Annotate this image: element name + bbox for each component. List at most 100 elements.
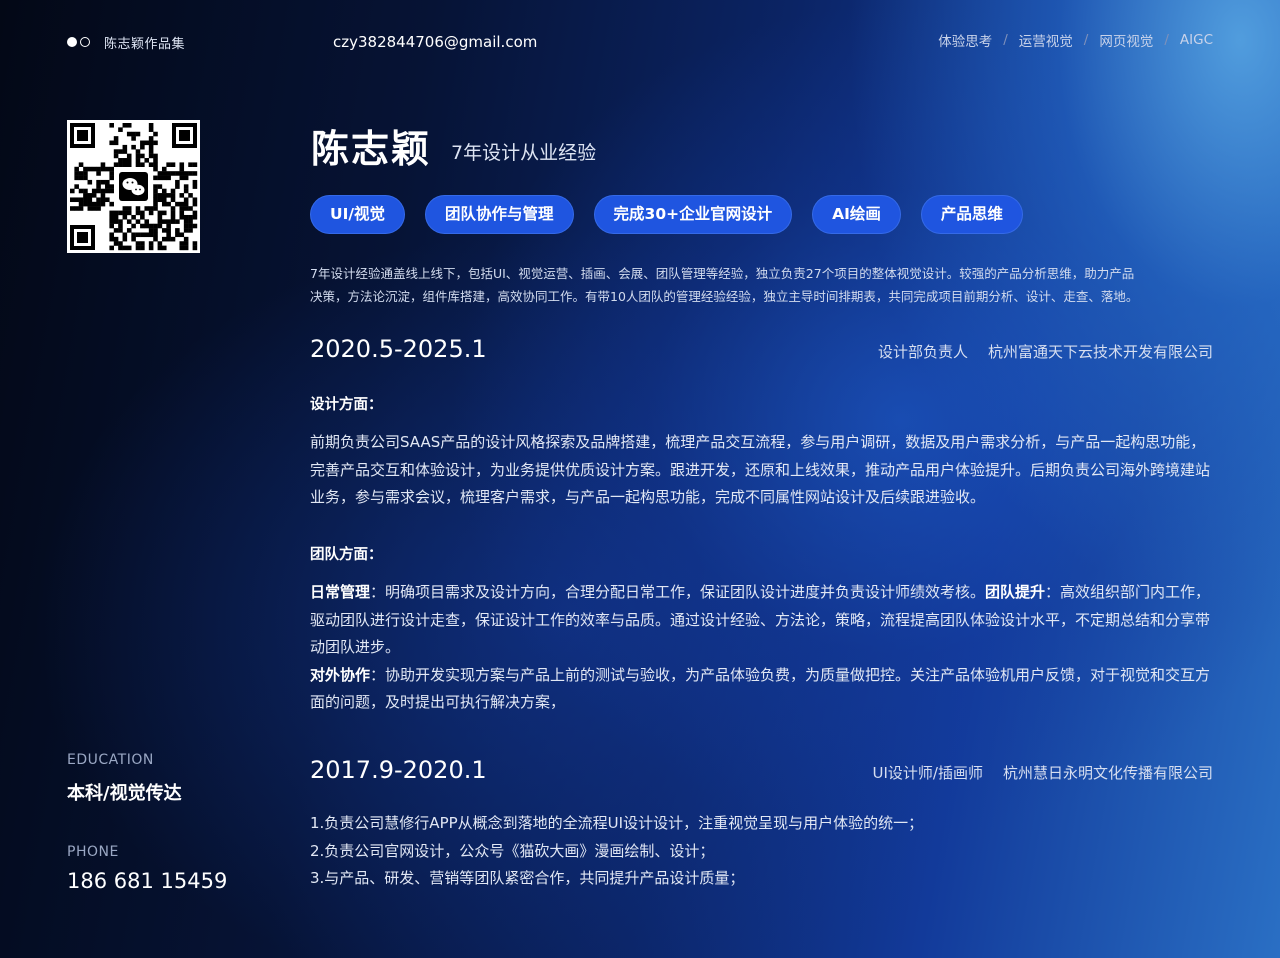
experience-years: 7年设计从业经验 — [451, 142, 597, 164]
qr-module — [109, 223, 114, 229]
qr-module — [148, 136, 154, 141]
qr-module — [170, 193, 176, 198]
tag-website-design[interactable]: 完成30+企业官网设计 — [593, 195, 793, 234]
qr-module — [183, 201, 189, 207]
qr-module — [153, 131, 158, 137]
qr-module — [87, 206, 93, 211]
qr-module — [170, 206, 176, 211]
qr-module — [179, 175, 185, 181]
qr-module — [78, 171, 84, 176]
qr-module — [109, 140, 114, 146]
tag-ui-visual[interactable]: UI/视觉 — [310, 195, 406, 234]
qr-module — [126, 206, 132, 211]
qr-module — [175, 179, 180, 185]
qr-module — [148, 223, 154, 229]
tag-team-management[interactable]: 团队协作与管理 — [425, 195, 574, 234]
qr-module — [131, 223, 136, 229]
qr-module — [157, 171, 163, 176]
qr-module — [135, 149, 141, 154]
tag-ai-painting[interactable]: AI绘画 — [812, 195, 901, 234]
qr-module — [157, 241, 163, 246]
qr-module — [135, 232, 141, 238]
qr-module — [179, 210, 185, 216]
qr-module — [153, 206, 158, 211]
qr-module — [122, 144, 128, 150]
qr-module — [153, 184, 158, 189]
qr-module — [109, 236, 114, 242]
qr-module — [109, 232, 114, 238]
qr-module — [113, 236, 119, 242]
qr-module — [170, 162, 176, 167]
email-link[interactable]: czy382844706@gmail.com — [333, 33, 537, 51]
qr-module — [140, 232, 145, 238]
qr-module — [170, 210, 176, 216]
qr-module — [144, 219, 150, 224]
qr-module — [166, 228, 171, 233]
nav-item-experience-thinking[interactable]: 体验思考 — [938, 30, 992, 50]
qr-module — [74, 206, 79, 211]
page-dot-active[interactable] — [67, 37, 77, 47]
design-section-heading: 设计方面： — [310, 397, 383, 413]
qr-module — [161, 201, 167, 207]
qr-module — [126, 219, 132, 224]
phone-value[interactable]: 186 681 15459 — [67, 869, 227, 893]
qr-module — [122, 158, 128, 163]
qr-module — [122, 162, 128, 167]
qr-module — [96, 201, 101, 207]
qr-module — [183, 171, 189, 176]
job-meta: UI设计师/插画师 杭州慧日永明文化传播有限公司 — [873, 762, 1213, 783]
qr-module — [113, 162, 119, 167]
qr-module — [161, 236, 167, 242]
qr-module — [140, 140, 145, 146]
qr-module — [148, 245, 154, 251]
qr-module — [170, 214, 176, 220]
qr-module — [135, 241, 141, 246]
qr-module — [153, 153, 158, 159]
qr-module — [192, 214, 198, 220]
qr-module — [70, 206, 75, 211]
qr-module — [153, 166, 158, 172]
qr-module — [96, 188, 101, 194]
qr-module — [166, 232, 171, 238]
nav-item-aigc[interactable]: AIGC — [1180, 32, 1213, 48]
qr-module — [70, 197, 75, 203]
qr-module — [183, 223, 189, 229]
qr-module — [183, 236, 189, 242]
qr-module — [148, 232, 154, 238]
qr-module — [157, 197, 163, 203]
qr-module — [118, 162, 123, 167]
qr-module — [113, 153, 119, 159]
qr-module — [126, 228, 132, 233]
tag-product-thinking[interactable]: 产品思维 — [920, 195, 1023, 234]
qr-module — [183, 188, 189, 194]
qr-module — [74, 166, 79, 172]
qr-module — [135, 158, 141, 163]
qr-module — [122, 236, 128, 242]
qr-module — [113, 136, 119, 141]
list-item: 2.负责公司官网设计，公众号《猫砍大画》漫画绘制、设计； — [310, 841, 715, 860]
qr-module — [188, 193, 193, 198]
qr-module — [161, 210, 167, 216]
nav-item-operation-visual[interactable]: 运营视觉 — [1019, 30, 1073, 50]
qr-module — [157, 223, 163, 229]
qr-module — [153, 228, 158, 233]
nav-item-web-visual[interactable]: 网页视觉 — [1099, 30, 1153, 50]
qr-module — [183, 184, 189, 189]
qr-module — [122, 210, 128, 216]
nav-separator: / — [1003, 32, 1008, 48]
qr-module — [166, 162, 171, 167]
qr-module — [109, 123, 114, 128]
qr-module — [170, 188, 176, 194]
page-dot-inactive[interactable] — [80, 37, 90, 47]
qr-module — [100, 193, 106, 198]
qr-module — [87, 179, 93, 185]
qr-module — [144, 223, 150, 229]
qr-module — [179, 171, 185, 176]
qr-module — [175, 171, 180, 176]
qr-module — [74, 171, 79, 176]
qr-module — [109, 188, 114, 194]
qr-module — [100, 201, 106, 207]
qr-module — [105, 188, 110, 194]
qr-module — [135, 131, 141, 137]
qr-module — [179, 162, 185, 167]
